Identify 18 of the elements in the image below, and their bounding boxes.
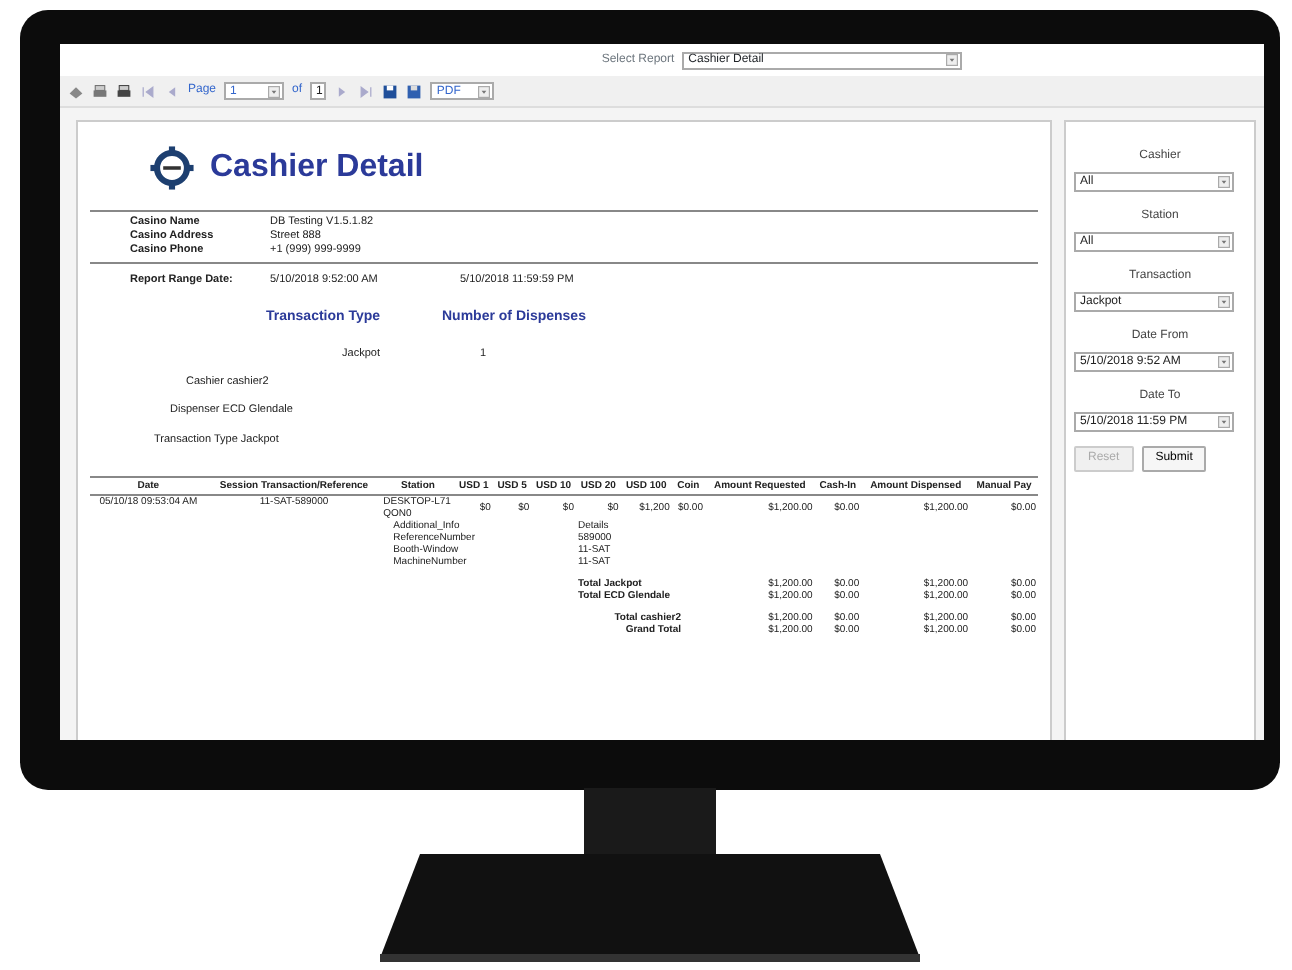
save-icon[interactable] [406,83,423,99]
printer-icon[interactable] [116,83,132,99]
previous-page-icon[interactable] [164,83,180,99]
save-icon[interactable] [382,83,399,99]
caret-icon [1218,176,1230,188]
caret-icon [1218,236,1230,248]
gear-logo-icon [150,142,194,194]
caret-icon [268,85,281,97]
caret-icon [1218,416,1230,428]
caret-icon [946,54,959,66]
caret-icon [1218,296,1230,308]
last-page-icon[interactable] [358,83,375,99]
caret-icon [1218,356,1230,368]
report-title: Cashier Detail [210,148,424,188]
printer-icon[interactable] [92,83,108,99]
first-page-icon[interactable] [140,83,156,99]
caret-icon [478,85,491,97]
next-page-icon[interactable] [334,83,351,99]
